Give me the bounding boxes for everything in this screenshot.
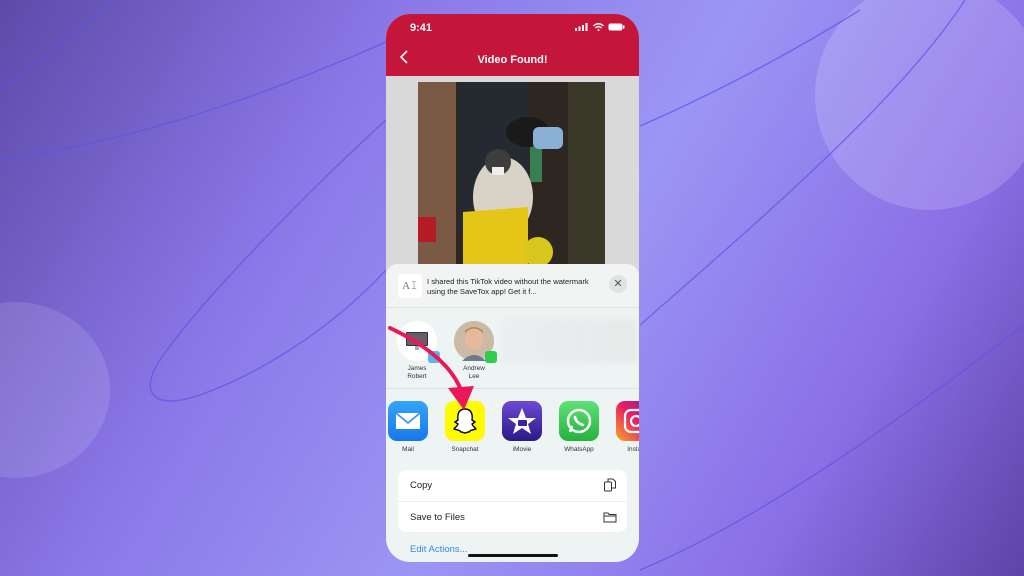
mail-icon bbox=[388, 401, 428, 441]
share-apps-row: Mail Snapchat iMovie WhatsApp Inst bbox=[386, 401, 639, 461]
actions-list: Copy Save to Files bbox=[398, 470, 627, 532]
bg-circle-left bbox=[0, 302, 110, 478]
contact-name: James Robert bbox=[407, 365, 427, 380]
share-sheet-header: A𝙸 I shared this TikTok video without th… bbox=[386, 264, 639, 308]
edit-actions-link[interactable]: Edit Actions... bbox=[410, 544, 468, 555]
airdrop-badge-icon bbox=[428, 351, 440, 363]
app-header: 9:41 Video Found! bbox=[386, 14, 639, 76]
contact-name: Andrew Lee bbox=[463, 365, 485, 380]
app-imovie[interactable]: iMovie bbox=[497, 401, 547, 453]
wifi-icon bbox=[593, 23, 604, 31]
battery-icon bbox=[608, 23, 625, 31]
page-title: Video Found! bbox=[477, 54, 548, 66]
contact-andrew-lee[interactable]: Andrew Lee bbox=[452, 321, 497, 381]
copy-icon bbox=[604, 478, 616, 492]
phone-screen: 9:41 Video Found! A𝙸 I shared this TikTo… bbox=[386, 14, 639, 562]
action-copy[interactable]: Copy bbox=[398, 470, 627, 501]
text-document-icon: A𝙸 bbox=[398, 274, 422, 298]
share-sheet: A𝙸 I shared this TikTok video without th… bbox=[386, 264, 639, 562]
action-save-to-files[interactable]: Save to Files bbox=[398, 501, 627, 532]
whatsapp-icon bbox=[559, 401, 599, 441]
imovie-icon bbox=[502, 401, 542, 441]
video-thumbnail[interactable] bbox=[418, 82, 605, 267]
video-preview-area bbox=[386, 76, 639, 286]
people-suggestions: James Robert Andrew Lee bbox=[386, 309, 639, 389]
contact-james-robert[interactable]: James Robert bbox=[395, 321, 440, 381]
avatar bbox=[454, 321, 497, 363]
status-time: 9:41 bbox=[410, 22, 433, 34]
avatar bbox=[397, 321, 440, 363]
share-message-preview: I shared this TikTok video without the w… bbox=[427, 277, 589, 296]
home-indicator bbox=[468, 554, 558, 557]
app-instagram[interactable]: Instag bbox=[611, 401, 639, 453]
close-button[interactable]: ✕ bbox=[609, 275, 627, 293]
snapchat-icon bbox=[445, 401, 485, 441]
instagram-icon bbox=[616, 401, 639, 441]
app-mail[interactable]: Mail bbox=[386, 401, 433, 453]
status-icons bbox=[575, 23, 625, 31]
blurred-contacts bbox=[501, 319, 636, 363]
signal-icon bbox=[575, 23, 588, 31]
app-whatsapp[interactable]: WhatsApp bbox=[554, 401, 604, 453]
bg-circle-top-right bbox=[815, 0, 1024, 210]
folder-icon bbox=[603, 512, 617, 523]
app-snapchat[interactable]: Snapchat bbox=[440, 401, 490, 453]
whatsapp-badge-icon bbox=[485, 351, 497, 363]
